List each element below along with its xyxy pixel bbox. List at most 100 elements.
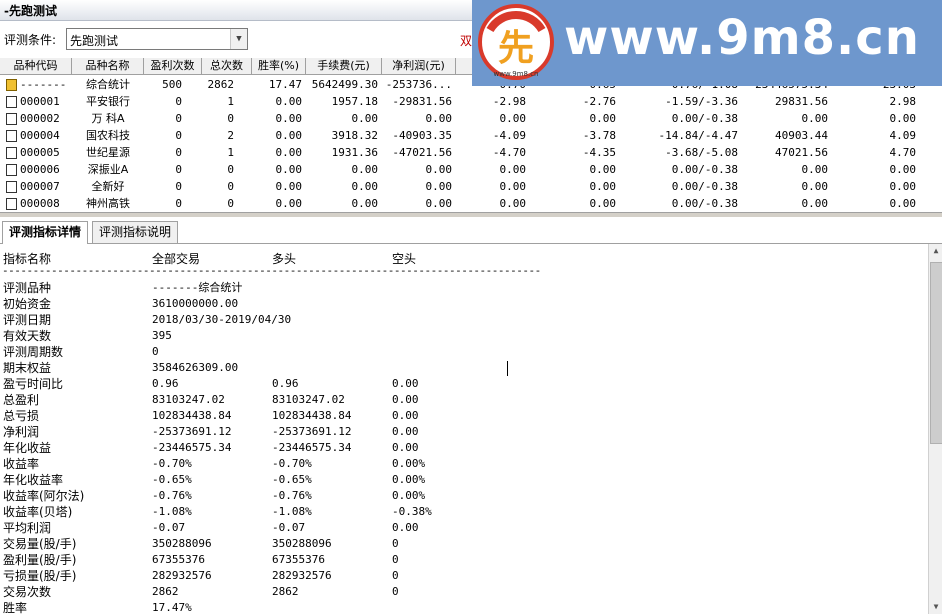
scroll-thumb[interactable] [930,262,942,444]
detail-scrollbar[interactable]: ▲ ▼ [928,244,942,614]
detail-all: 0.96 [152,377,179,390]
cell-e5: 0.00 [889,163,917,176]
condition-select[interactable]: 先跑测试 ▼ [66,28,248,50]
list-item: 亏损量(股/手) 282932576 282932576 0 [0,568,928,584]
chevron-down-icon[interactable]: ▼ [230,29,247,49]
list-item: 初始资金 3610000000.00 [0,296,928,312]
cell-code: 000006 [20,163,60,176]
header-name[interactable]: 品种名称 [72,58,144,74]
cell-fee: 0.00 [351,163,379,176]
list-item: 收益率 -0.70% -0.70% 0.00% [0,456,928,472]
detail-name: 盈亏时间比 [3,377,64,391]
table-row[interactable]: 000002 万 科A 0 0 0.00 0.00 0.00 0.00 0.00 0.00/-0.… [0,110,942,127]
cell-total: 1 [227,146,234,159]
detail-short: 0.00 [392,521,419,534]
cell-rate: 0.00 [275,180,303,193]
detail-name: 年化收益率 [3,473,64,487]
table-row[interactable]: 000001 平安银行 0 1 0.00 1957.18 -29831.56 -2.98 -2.… [0,93,942,110]
list-item: 收益率(贝塔) -1.08% -1.08% -0.38% [0,504,928,520]
header-net[interactable]: 净利润(元) [382,58,456,74]
detail-all: 3584626309.00 [152,361,239,374]
document-icon [6,164,17,176]
cell-e3: 0.00/-0.38 [671,197,738,210]
cell-net: -29831.56 [392,95,452,108]
detail-all: 83103247.02 [152,393,225,406]
detail-all: 395 [152,329,172,342]
cell-name: 国农科技 [86,129,130,142]
list-item: 盈亏时间比 0.96 0.96 0.00 [0,376,928,392]
window-title: -先跑测试 [4,4,57,18]
header-total[interactable]: 总次数 [202,58,252,74]
cell-e5: 0.00 [889,197,917,210]
cell-name: 深振业A [87,163,129,176]
folder-icon [6,79,17,91]
table-row[interactable]: 000007 全新好 0 0 0.00 0.00 0.00 0.00 0.00 0.00/-0.3… [0,178,942,195]
document-icon [6,113,17,125]
header-win[interactable]: 盈利次数 [144,58,202,74]
cell-e3: 0.00/-0.38 [671,163,738,176]
cell-e3: 0.00/-0.38 [671,112,738,125]
cell-rate: 17.47 [268,78,302,91]
detail-long: 0.96 [272,377,299,390]
cell-e1: 0.00 [499,197,527,210]
cell-e4: 0.00 [801,163,829,176]
list-item: 总亏损 102834438.84 102834438.84 0.00 [0,408,928,424]
cell-e1: 0.00 [499,112,527,125]
cell-net: -40903.35 [392,129,452,142]
detail-name: 期末权益 [3,361,52,375]
list-item: 胜率 17.47% [0,600,928,614]
detail-long: -0.70% [272,457,312,470]
header-rate[interactable]: 胜率(%) [252,58,306,74]
table-row[interactable]: 000006 深振业A 0 0 0.00 0.00 0.00 0.00 0.00 0.00/-0.… [0,161,942,178]
detail-long: -0.65% [272,473,312,486]
scroll-down-icon[interactable]: ▼ [929,600,942,614]
detail-all: -0.65% [152,473,192,486]
cell-name: 神州高铁 [86,197,130,210]
detail-name: 评测品种 [3,281,52,295]
cell-fee: 0.00 [351,197,379,210]
detail-all: 282932576 [152,569,212,582]
cell-code: 000008 [20,197,60,210]
list-item: 净利润 -25373691.12 -25373691.12 0.00 [0,424,928,440]
cell-code: 000007 [20,180,60,193]
tab-details[interactable]: 评测指标详情 [2,221,89,244]
detail-all: 3610000000.00 [152,297,239,310]
cell-total: 0 [227,197,234,210]
tab-explanation[interactable]: 评测指标说明 [92,221,179,243]
cell-e5: 4.70 [889,146,917,159]
cell-net: -253736... [385,78,452,91]
detail-tabs: 评测指标详情 评测指标说明 [0,219,942,244]
detail-name: 交易次数 [3,585,52,599]
list-item: 评测周期数 0 [0,344,928,360]
cell-rate: 0.00 [275,163,303,176]
cell-e3: -3.68/-5.08 [665,146,738,159]
detail-short: 0.00 [392,425,419,438]
detail-name: 收益率 [3,457,40,471]
detail-short: -0.38% [392,505,432,518]
list-item: 年化收益率 -0.65% -0.65% 0.00% [0,472,928,488]
cell-e3: -1.59/-3.36 [665,95,738,108]
watermark-logo-icon: 先 www.9m8.cn [478,4,554,80]
header-fee[interactable]: 手续费(元) [306,58,382,74]
document-icon [6,147,17,159]
detail-all: 67355376 [152,553,205,566]
table-row[interactable]: 000004 国农科技 0 2 0.00 3918.32 -40903.35 -4.09 -3.… [0,127,942,144]
table-row[interactable]: 000008 神州高铁 0 0 0.00 0.00 0.00 0.00 0.00 0.00/-0.… [0,195,942,212]
header-code[interactable]: 品种代码 [0,58,72,74]
cell-win: 0 [175,163,182,176]
scroll-up-icon[interactable]: ▲ [929,244,942,258]
detail-all: -23446575.34 [152,441,232,454]
cell-e1: 0.00 [499,180,527,193]
detail-all: -0.76% [152,489,192,502]
cell-e1: -2.98 [492,95,526,108]
detail-divider: ----------------------------------------… [2,264,541,277]
cell-net: 0.00 [425,163,453,176]
detail-all: 102834438.84 [152,409,232,422]
cell-win: 0 [175,146,182,159]
table-row[interactable]: 000005 世纪星源 0 1 0.00 1931.36 -47021.56 -4.70 -4.… [0,144,942,161]
detail-short: 0 [392,537,399,550]
detail-short: 0 [392,585,399,598]
pane-splitter[interactable] [0,212,942,217]
cell-name: 综合统计 [86,78,130,91]
cell-e1: -4.09 [492,129,526,142]
